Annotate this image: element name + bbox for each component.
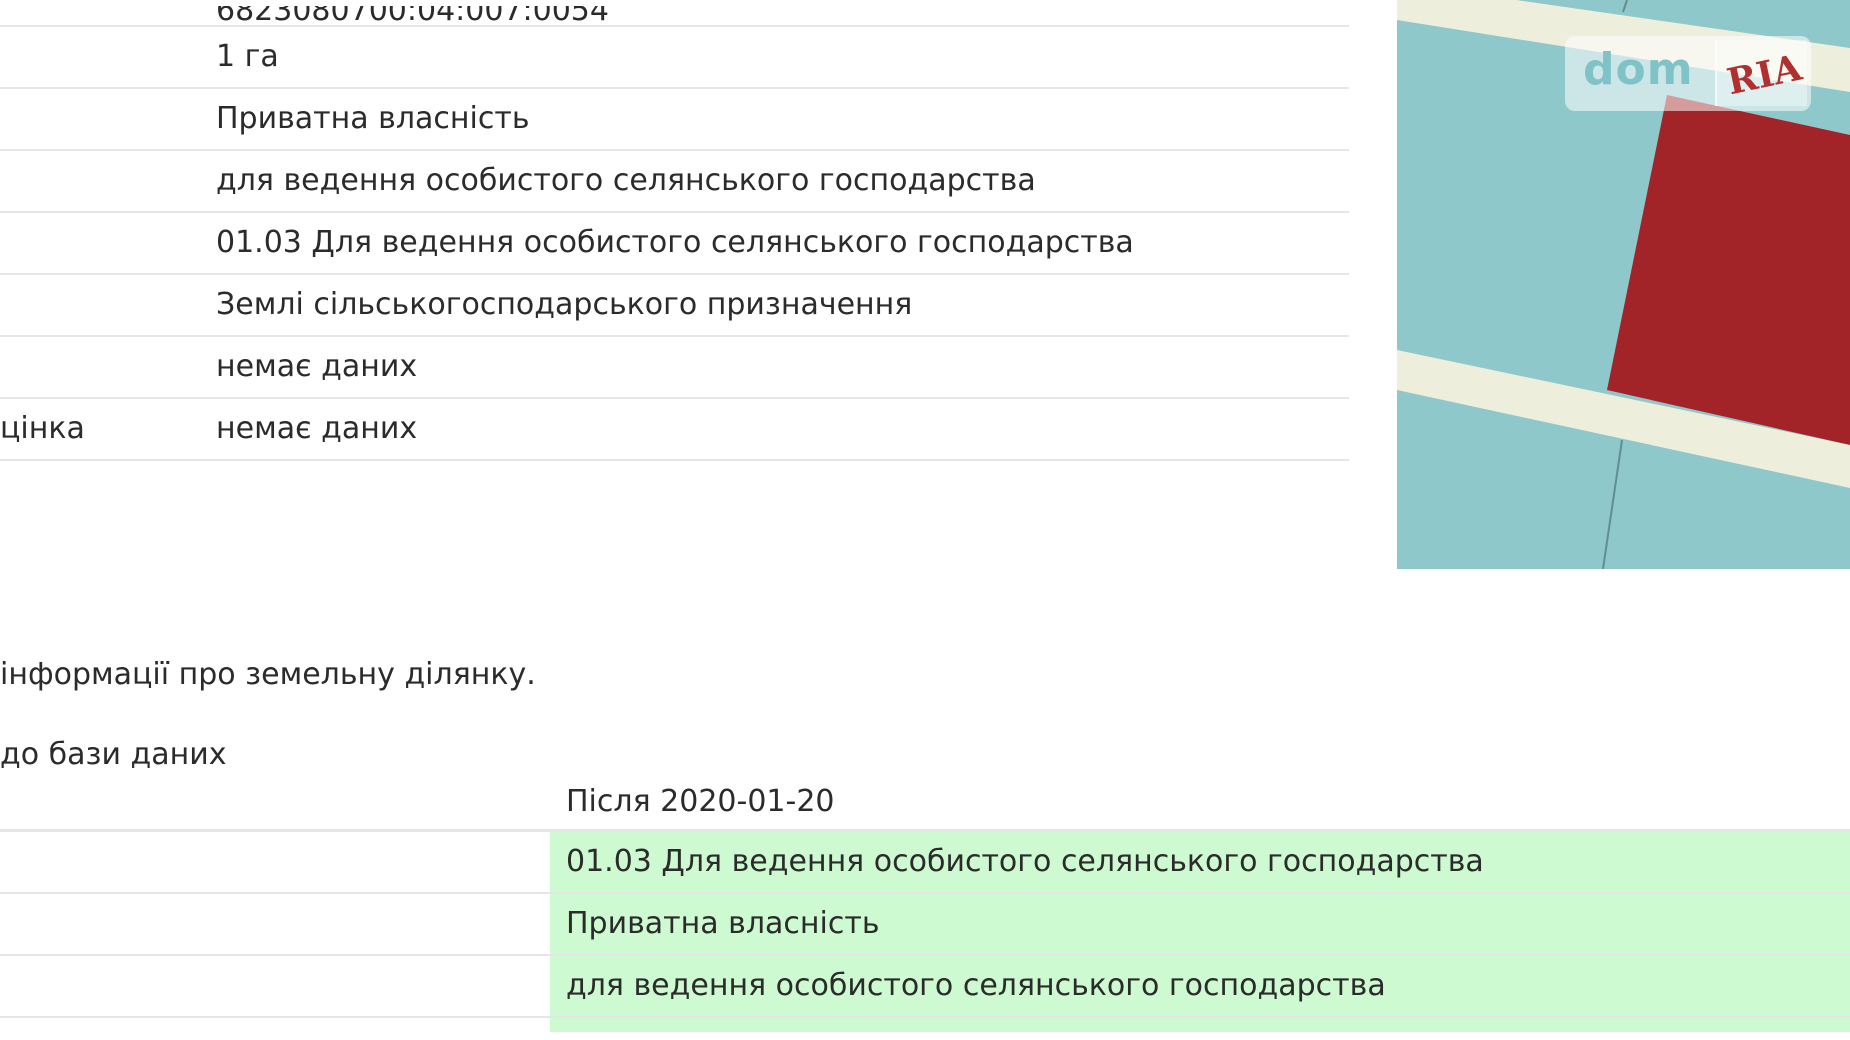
history-column-header-label: Після 2020-01-20 bbox=[566, 784, 835, 819]
land-category-value: Землі сільськогосподарського призначення bbox=[216, 287, 913, 322]
cadastral-number-value: 6823080700:04:007:0054 bbox=[216, 6, 609, 26]
history-value-purpose: для ведення особистого селянського госпо… bbox=[550, 956, 1850, 1016]
history-table: 01.03 Для ведення особистого селянського… bbox=[0, 832, 1850, 1032]
table-row: для ведення особистого селянського госпо… bbox=[0, 956, 1850, 1018]
parcel-info-row-area: 1 га bbox=[0, 27, 1349, 89]
parcel-info-row-land-category: Землі сільськогосподарського призначення bbox=[0, 275, 1349, 337]
parcel-info-row-purpose: для ведення особистого селянського госпо… bbox=[0, 151, 1349, 213]
parcel-info-row-purpose-code: 01.03 Для ведення особистого селянського… bbox=[0, 213, 1349, 275]
watermark-ria-box: RIA bbox=[1715, 40, 1807, 106]
ownership-value: Приватна власність bbox=[216, 101, 530, 136]
purpose-value: для ведення особистого селянського госпо… bbox=[216, 163, 1036, 198]
history-value-purpose-code: 01.03 Для ведення особистого селянського… bbox=[550, 832, 1850, 892]
history-column-header: Після 2020-01-20 bbox=[0, 775, 1850, 832]
table-row: Приватна власність bbox=[0, 894, 1850, 956]
history-value-ownership: Приватна власність bbox=[550, 894, 1850, 954]
area-value: 1 га bbox=[216, 39, 279, 74]
parcel-info-row-cadastral-number: 6823080700:04:007:0054 bbox=[0, 0, 1349, 27]
parcel-info-table: 6823080700:04:007:0054 1 га Приватна вла… bbox=[0, 0, 1349, 461]
valuation-value: немає даних bbox=[216, 411, 418, 446]
parcel-info-row-ownership: Приватна власність bbox=[0, 89, 1349, 151]
no-data-value: немає даних bbox=[216, 349, 418, 384]
history-value-partial bbox=[550, 1018, 1850, 1032]
table-row: 01.03 Для ведення особистого селянського… bbox=[0, 832, 1850, 894]
valuation-label: цінка bbox=[0, 411, 85, 446]
watermark-dom-text: dom bbox=[1583, 44, 1694, 95]
purpose-code-value: 01.03 Для ведення особистого селянського… bbox=[216, 225, 1134, 260]
domria-watermark: dom RIA bbox=[1565, 36, 1811, 111]
parcel-info-row-no-data: немає даних bbox=[0, 337, 1349, 399]
parcel-info-row-valuation: цінка немає даних bbox=[0, 399, 1349, 461]
watermark-ria-text: RIA bbox=[1723, 46, 1806, 104]
section-note-text: інформації про земельну ділянку. bbox=[0, 657, 536, 692]
section-sub-text: до бази даних bbox=[0, 737, 227, 772]
table-row bbox=[0, 1018, 1850, 1032]
